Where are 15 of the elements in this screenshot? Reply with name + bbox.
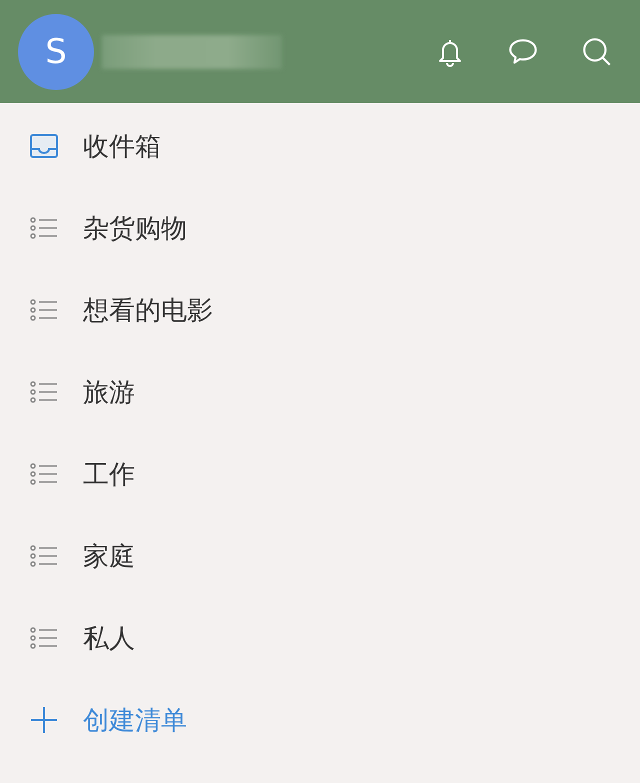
list-item[interactable]: 收件箱 xyxy=(0,105,640,187)
plus-icon xyxy=(30,706,58,734)
list-item[interactable]: 旅游 xyxy=(0,351,640,433)
list-icon xyxy=(30,298,58,322)
list-icon xyxy=(30,380,58,404)
list-item[interactable]: 杂货购物 xyxy=(0,187,640,269)
inbox-icon xyxy=(30,134,58,158)
list-icon xyxy=(30,544,58,568)
list-item[interactable]: 家庭 xyxy=(0,515,640,597)
list-icon xyxy=(30,462,58,486)
list-icon xyxy=(30,216,58,240)
list-item[interactable]: 想看的电影 xyxy=(0,269,640,351)
list-icon xyxy=(30,626,58,650)
list-item[interactable]: 工作 xyxy=(0,433,640,515)
list-item[interactable]: 私人 xyxy=(0,597,640,679)
